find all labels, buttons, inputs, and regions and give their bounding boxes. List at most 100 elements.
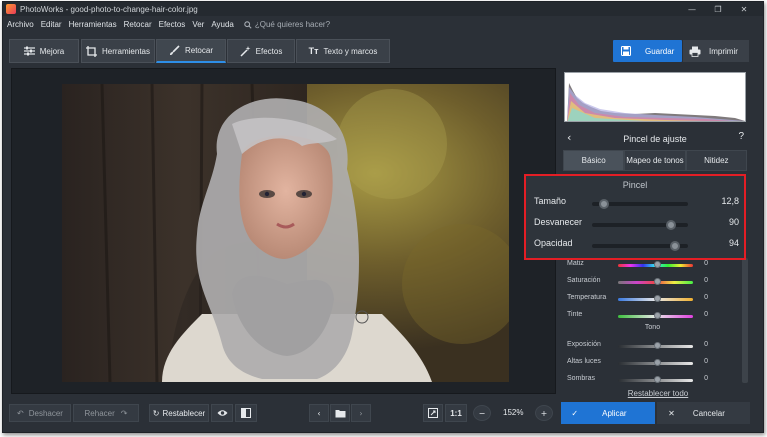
panel-scrollbar[interactable]	[742, 258, 748, 383]
brush-icon	[169, 45, 180, 55]
chevron-left-icon[interactable]: ‹	[567, 131, 571, 144]
menu-retocar[interactable]: Retocar	[124, 20, 152, 29]
compare-button[interactable]	[235, 404, 257, 422]
brush-feather-value: 90	[728, 217, 739, 227]
photo-image	[62, 84, 509, 382]
undo-button[interactable]: ↶ Deshacer	[9, 404, 71, 422]
adjust-value: 0	[704, 375, 708, 382]
tab-efectos-label: Efectos	[255, 46, 283, 56]
adjust-slider-thumb[interactable]	[654, 261, 661, 268]
chevron-right-icon: ›	[359, 408, 363, 418]
brush-size-slider[interactable]	[592, 199, 688, 209]
restore-icon[interactable]: ❐	[705, 2, 731, 16]
brush-feather-row[interactable]: Desvanecer 90	[526, 215, 744, 233]
window-title: PhotoWorks - good-photo-to-change-hair-c…	[20, 4, 198, 14]
adjust-slider-thumb[interactable]	[654, 295, 661, 302]
open-folder-button[interactable]	[330, 404, 350, 422]
help-button[interactable]: ?	[738, 131, 744, 142]
folder-icon	[335, 409, 345, 417]
brush-opacity-row[interactable]: Opacidad 94	[526, 236, 744, 254]
brush-opacity-value: 94	[728, 238, 739, 248]
adjust-slider-track[interactable]	[618, 261, 693, 268]
reset-icon: ↻	[152, 408, 160, 418]
tab-efectos[interactable]: Efectos	[227, 39, 295, 63]
adjust-value: 0	[704, 294, 708, 301]
adjust-value: 0	[704, 277, 708, 284]
image-canvas[interactable]	[11, 68, 556, 394]
apply-button[interactable]: ✓ Aplicar	[561, 402, 655, 424]
search-box[interactable]: ¿Qué quieres hacer?	[244, 20, 330, 29]
brush-size-label: Tamaño	[534, 196, 567, 206]
reset-button[interactable]: ↻ Restablecer	[149, 404, 209, 422]
adjust-slider-track[interactable]	[618, 278, 693, 285]
adjust-row-matiz[interactable]: Matiz 0	[565, 258, 740, 273]
adjust-row-altas-luces[interactable]: Altas luces 0	[565, 356, 740, 371]
brush-feather-thumb[interactable]	[665, 220, 676, 230]
search-icon	[244, 20, 252, 29]
compare-icon	[241, 408, 251, 418]
cancel-label: Cancelar	[692, 408, 725, 418]
brush-opacity-slider[interactable]	[592, 241, 688, 251]
adjust-row-exposicion[interactable]: Exposición 0	[565, 339, 740, 354]
adjust-slider-thumb[interactable]	[654, 342, 661, 349]
cancel-button[interactable]: ✕ Cancelar	[657, 402, 750, 424]
tab-mejora[interactable]: Mejora	[9, 39, 79, 63]
tab-texto-marcos[interactable]: Tт Texto y marcos	[296, 39, 390, 63]
adjust-label: Saturación	[567, 277, 601, 284]
fit-screen-button[interactable]	[423, 404, 443, 422]
app-logo-icon	[6, 4, 16, 14]
adjust-slider-track[interactable]	[618, 295, 693, 302]
adjust-slider-thumb[interactable]	[654, 278, 661, 285]
adjust-row-tinte[interactable]: Tinte 0	[565, 309, 740, 324]
menu-ayuda[interactable]: Ayuda	[211, 20, 234, 29]
reset-all-link[interactable]: Restablecer todo	[603, 389, 713, 398]
adjust-row-temperatura[interactable]: Temperatura 0	[565, 292, 740, 307]
brush-feather-slider[interactable]	[592, 220, 688, 230]
prev-image-button[interactable]: ‹	[309, 404, 329, 422]
menu-herramientas[interactable]: Herramientas	[69, 20, 117, 29]
zoom-1to1-button[interactable]: 1:1	[445, 404, 467, 422]
menu-archivo[interactable]: Archivo	[7, 20, 34, 29]
panel-header: ‹ Pincel de ajuste ?	[559, 131, 751, 147]
print-button[interactable]: Imprimir	[683, 40, 749, 62]
subtab-basico[interactable]: Básico	[563, 150, 625, 171]
adjust-slider-track[interactable]	[618, 376, 693, 383]
text-icon: Tт	[308, 46, 319, 56]
adjust-slider-track[interactable]	[618, 359, 693, 366]
brush-size-row[interactable]: Tamaño 12,8	[526, 194, 744, 212]
sliders-icon	[23, 46, 35, 56]
next-image-button[interactable]: ›	[351, 404, 371, 422]
menu-ver[interactable]: Ver	[192, 20, 204, 29]
zoom-out-button[interactable]: −	[473, 405, 491, 421]
adjust-slider-thumb[interactable]	[654, 359, 661, 366]
brush-opacity-label: Opacidad	[534, 238, 573, 248]
preview-eye-button[interactable]	[211, 404, 233, 422]
adjust-row-sombras[interactable]: Sombras 0	[565, 373, 740, 388]
tab-retocar[interactable]: Retocar	[156, 39, 226, 63]
redo-button[interactable]: Rehacer ↷	[73, 404, 139, 422]
adjust-value: 0	[704, 358, 708, 365]
subtab-nitidez[interactable]: Nitidez	[685, 150, 747, 171]
chevron-left-icon: ‹	[317, 408, 321, 418]
adjust-slider-track[interactable]	[618, 342, 693, 349]
adjust-label: Sombras	[567, 375, 596, 382]
brush-opacity-thumb[interactable]	[669, 241, 680, 251]
subtab-mapeo-de-tonos[interactable]: Mapeo de tonos	[624, 150, 686, 171]
menu-editar[interactable]: Editar	[41, 20, 62, 29]
adjust-row-saturacion[interactable]: Saturación 0	[565, 275, 740, 290]
adjust-slider-thumb[interactable]	[654, 376, 661, 383]
tab-herramientas[interactable]: Herramientas	[81, 39, 155, 63]
adjust-slider-track[interactable]	[618, 312, 693, 319]
tab-herramientas-label: Herramientas	[101, 46, 150, 56]
photo-preview[interactable]	[62, 84, 509, 382]
brush-size-thumb[interactable]	[598, 199, 609, 209]
tab-retocar-label: Retocar	[184, 46, 213, 55]
close-icon[interactable]: ✕	[731, 2, 757, 16]
zoom-in-button[interactable]: +	[535, 405, 553, 421]
adjust-slider-thumb[interactable]	[654, 312, 661, 319]
save-button[interactable]: Guardar	[613, 40, 682, 62]
menu-efectos[interactable]: Efectos	[159, 20, 186, 29]
redo-icon: ↷	[120, 408, 128, 418]
minimize-icon[interactable]: —	[679, 2, 705, 16]
adjust-label: Temperatura	[567, 294, 607, 301]
